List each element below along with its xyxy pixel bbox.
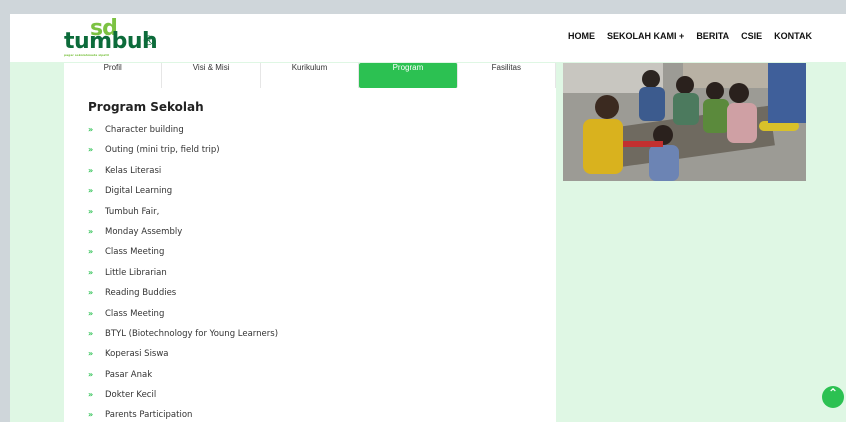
scroll-to-top-button[interactable]: ⌃: [822, 386, 844, 408]
program-item: » Pasar Anak: [88, 370, 278, 390]
nav-kontak[interactable]: KONTAK: [774, 31, 812, 41]
program-item-label: Reading Buddies: [105, 288, 177, 299]
double-chevron-icon: »: [88, 226, 94, 236]
double-chevron-icon: »: [88, 186, 94, 196]
program-item-label: Character building: [105, 125, 184, 135]
tab-fasilitas[interactable]: Fasilitas: [457, 63, 557, 88]
program-item-label: Tumbuh Fair,: [105, 206, 160, 217]
program-item: » Class Meeting: [88, 309, 278, 329]
double-chevron-icon: »: [88, 145, 94, 155]
tab-visi-misi[interactable]: Visi & Misi: [162, 63, 261, 88]
page-frame: sd tumbuh ® pagar sekolahmuda sipatil HO…: [10, 14, 846, 422]
chevron-up-icon: ⌃: [827, 386, 839, 400]
logo-tagline: pagar sekolahmuda sipatil: [64, 53, 109, 57]
site-logo[interactable]: sd tumbuh ® pagar sekolahmuda sipatil: [60, 16, 170, 60]
double-chevron-icon: »: [88, 369, 94, 379]
program-item-label: Monday Assembly: [105, 226, 183, 237]
program-item-label: Class Meeting: [105, 247, 165, 258]
nav-berita[interactable]: BERITA: [696, 31, 729, 41]
double-chevron-icon: »: [88, 328, 94, 338]
tab-profil[interactable]: Profil: [64, 63, 163, 88]
tab-kurikulum[interactable]: Kurikulum: [260, 63, 360, 88]
program-item-label: Koperasi Siswa: [105, 349, 169, 360]
program-item-label: Little Librarian: [105, 267, 167, 278]
program-photo: [563, 63, 806, 181]
program-list: » Character building » Outing (mini trip, f…: [88, 125, 278, 422]
program-item-label: BTYL (Biotechnology for Young Learners): [105, 328, 279, 339]
program-item-label: Outing (mini trip, field trip): [105, 145, 220, 156]
program-item-label: Class Meeting: [105, 308, 165, 319]
program-item: » Koperasi Siswa: [88, 349, 278, 369]
nav-home[interactable]: HOME: [568, 31, 595, 41]
double-chevron-icon: »: [88, 125, 94, 134]
program-item: » Parents Participation: [88, 410, 278, 422]
nav-sekolah-kami[interactable]: SEKOLAH KAMI +: [607, 31, 684, 41]
program-item: » Tumbuh Fair,: [88, 207, 278, 227]
program-item: » Reading Buddies: [88, 288, 278, 308]
program-item: » Little Librarian: [88, 268, 278, 288]
logo-registered-mark: ®: [142, 34, 155, 49]
double-chevron-icon: »: [88, 390, 94, 400]
site-header: sd tumbuh ® pagar sekolahmuda sipatil HO…: [10, 14, 846, 62]
program-item: » Dokter Kecil: [88, 390, 278, 410]
nav-csie[interactable]: CSIE: [741, 31, 762, 41]
double-chevron-icon: »: [88, 267, 94, 277]
main-nav: HOME SEKOLAH KAMI + BERITA CSIE KONTAK: [568, 31, 812, 41]
content-panel: Profil Visi & Misi Kurikulum Program Fas…: [64, 63, 557, 422]
program-item: » Digital Learning: [88, 186, 278, 206]
program-item: » Character building: [88, 125, 278, 145]
program-item: » Monday Assembly: [88, 227, 278, 247]
double-chevron-icon: »: [88, 410, 94, 420]
program-item-label: Digital Learning: [105, 186, 173, 197]
program-item-label: Pasar Anak: [105, 369, 153, 380]
section-title: Program Sekolah: [88, 100, 204, 114]
program-item: » BTYL (Biotechnology for Young Learners): [88, 329, 278, 349]
program-item-label: Parents Participation: [105, 410, 193, 421]
double-chevron-icon: »: [88, 349, 94, 359]
double-chevron-icon: »: [88, 206, 94, 216]
tab-bar: Profil Visi & Misi Kurikulum Program Fas…: [64, 63, 557, 88]
program-item: » Class Meeting: [88, 247, 278, 267]
tab-program[interactable]: Program: [359, 63, 458, 88]
program-item: » Outing (mini trip, field trip): [88, 145, 278, 165]
program-item-label: Kelas Literasi: [105, 165, 162, 176]
double-chevron-icon: »: [88, 165, 94, 175]
double-chevron-icon: »: [88, 308, 94, 318]
program-item-label: Dokter Kecil: [105, 390, 157, 401]
program-item: » Kelas Literasi: [88, 166, 278, 186]
double-chevron-icon: »: [88, 288, 94, 298]
photo-illustration: [563, 63, 806, 181]
double-chevron-icon: »: [88, 247, 94, 257]
